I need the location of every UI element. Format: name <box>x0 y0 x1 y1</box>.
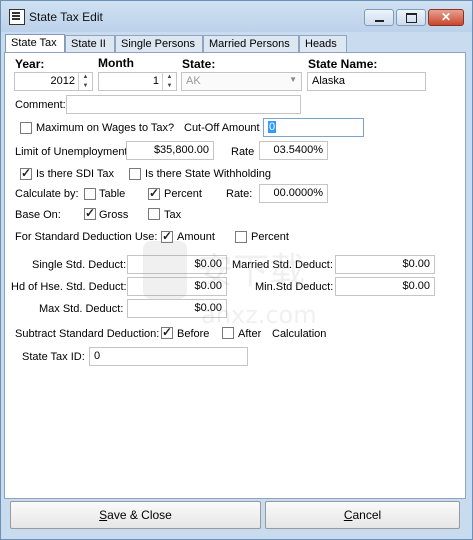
single-std-deduct-input[interactable]: $0.00 <box>127 255 227 274</box>
calc-table-label: Table <box>99 188 126 200</box>
unemployment-rate-label: Rate <box>231 146 255 158</box>
max-wages-checkbox[interactable] <box>20 122 32 134</box>
std-percent-checkbox[interactable] <box>235 231 247 243</box>
base-tax-label: Tax <box>164 209 182 221</box>
std-amount-label: Amount <box>177 231 215 243</box>
month-label: Month <box>98 56 134 70</box>
base-tax-checkbox[interactable] <box>148 208 160 220</box>
close-icon: ✕ <box>440 10 452 24</box>
comment-label: Comment: <box>15 99 66 111</box>
unemployment-limit-input[interactable]: $35,800.00 <box>126 141 214 160</box>
max-std-deduct-label: Max Std. Deduct: <box>39 303 124 315</box>
app-icon <box>9 9 25 25</box>
state-value: AK <box>186 75 201 87</box>
calc-rate-label: Rate: <box>226 188 253 200</box>
state-name-label: State Name: <box>308 57 378 71</box>
std-amount-checkbox[interactable] <box>161 229 173 243</box>
calc-percent-label: Percent <box>164 188 202 200</box>
title-bar[interactable]: State Tax Edit ✕ <box>1 1 472 32</box>
spin-down-icon[interactable]: ▼ <box>79 82 92 91</box>
spin-up-icon[interactable]: ▲ <box>79 73 92 82</box>
sdi-tax-checkbox[interactable] <box>20 166 32 180</box>
tab-married-persons[interactable]: Married Persons <box>203 35 299 52</box>
cancel-label: Cancel <box>343 508 382 522</box>
std-percent-label: Percent <box>251 231 289 243</box>
comment-input[interactable] <box>66 95 301 114</box>
state-dropdown[interactable]: AK ▼ <box>181 72 302 91</box>
subtract-before-label: Before <box>177 328 210 340</box>
std-deduction-use-label: For Standard Deduction Use: <box>15 231 158 243</box>
hoh-std-deduct-input[interactable]: $0.00 <box>127 277 227 296</box>
unemployment-limit-label: Limit of Unemployment <box>15 146 128 158</box>
subtract-before-checkbox[interactable] <box>161 325 173 339</box>
base-on-label: Base On: <box>15 209 61 221</box>
calculate-by-label: Calculate by: <box>15 188 79 200</box>
single-std-deduct-label: Single Std. Deduct: <box>32 259 127 271</box>
hoh-std-deduct-label: Hd of Hse. Std. Deduct: <box>11 281 127 293</box>
calc-rate-input[interactable]: 00.0000% <box>259 184 328 203</box>
spin-up-icon[interactable]: ▲ <box>163 73 176 82</box>
month-spinner[interactable]: 1 ▲ ▼ <box>98 72 177 91</box>
state-name-input[interactable]: Alaska <box>307 72 426 91</box>
calc-table-checkbox[interactable] <box>84 188 96 200</box>
state-withholding-checkbox[interactable] <box>129 168 141 180</box>
cutoff-amount-label: Cut-Off Amount <box>184 122 260 134</box>
state-tax-id-label: State Tax ID: <box>22 351 85 363</box>
state-withholding-label: Is there State Withholding <box>145 168 271 180</box>
married-std-deduct-input[interactable]: $0.00 <box>335 255 435 274</box>
min-std-deduct-label: Min.Std Deduct: <box>255 281 334 293</box>
month-value: 1 <box>152 75 159 87</box>
window-title: State Tax Edit <box>29 10 103 24</box>
calc-percent-checkbox[interactable] <box>148 186 160 200</box>
save-close-button[interactable]: Save & Close <box>10 501 261 529</box>
state-tax-panel <box>4 52 466 499</box>
cutoff-amount-input[interactable]: 0 <box>263 118 364 137</box>
tab-state-ii[interactable]: State II <box>65 35 115 52</box>
year-label: Year: <box>15 57 45 71</box>
state-label: State: <box>182 57 216 71</box>
subtract-std-deduction-label: Subtract Standard Deduction: <box>15 328 160 340</box>
spin-down-icon[interactable]: ▼ <box>163 82 176 91</box>
subtract-after-checkbox[interactable] <box>222 327 234 339</box>
cutoff-amount-value: 0 <box>268 121 277 133</box>
base-gross-checkbox[interactable] <box>84 206 96 220</box>
chevron-down-icon: ▼ <box>289 75 297 84</box>
month-spin-buttons[interactable]: ▲ ▼ <box>162 73 176 90</box>
minimize-icon <box>375 20 384 22</box>
subtract-after-label: After <box>238 328 262 340</box>
maximize-button[interactable] <box>396 9 426 26</box>
min-std-deduct-input[interactable]: $0.00 <box>335 277 435 296</box>
state-tax-id-input[interactable]: 0 <box>89 347 248 366</box>
married-std-deduct-label: Married Std. Deduct: <box>232 259 333 271</box>
year-spin-buttons[interactable]: ▲ ▼ <box>78 73 92 90</box>
save-close-label: Save & Close <box>99 508 172 522</box>
calculation-label: Calculation <box>272 328 327 340</box>
tab-heads[interactable]: Heads <box>299 35 347 52</box>
year-spinner[interactable]: 2012 ▲ ▼ <box>14 72 93 91</box>
base-gross-label: Gross <box>99 209 129 221</box>
cancel-button[interactable]: Cancel <box>265 501 460 529</box>
sdi-tax-label: Is there SDI Tax <box>36 168 115 180</box>
max-std-deduct-input[interactable]: $0.00 <box>127 299 227 318</box>
maximize-icon <box>406 13 417 23</box>
close-button[interactable]: ✕ <box>428 9 464 26</box>
max-wages-label: Maximum on Wages to Tax? <box>36 122 175 134</box>
tab-single-persons[interactable]: Single Persons <box>115 35 203 52</box>
year-value: 2012 <box>50 75 75 87</box>
tab-state-tax[interactable]: State Tax <box>5 34 65 53</box>
unemployment-rate-input[interactable]: 03.5400% <box>259 141 328 160</box>
minimize-button[interactable] <box>364 9 394 26</box>
